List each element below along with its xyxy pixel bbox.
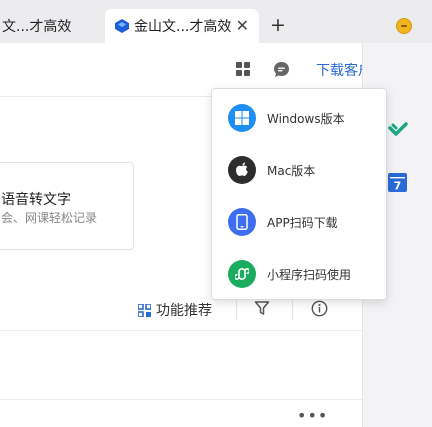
menu-item-windows[interactable]: Windows版本 [212,92,386,144]
windows-icon [228,104,256,132]
feature-recommend-label: 功能推荐 [156,303,212,319]
list-divider [0,330,362,331]
chat-bubble-icon[interactable] [273,61,290,78]
miniprogram-icon [228,260,256,288]
download-client-menu: Windows版本 Mac版本 APP扫码下载 小程序扫码使用 [211,88,387,300]
calendar-icon[interactable]: 7 [388,173,407,192]
feature-grid-icon [138,303,151,317]
minimize-window-button[interactable] [396,18,412,34]
close-icon[interactable]: ✕ [236,16,249,35]
toolbar-separator [292,298,293,320]
tab-active[interactable]: 金山文...才高效 ✕ [105,9,259,43]
todo-check-icon[interactable] [388,121,408,139]
menu-item-label: APP扫码下载 [267,215,338,230]
kdocs-logo-icon [115,19,129,33]
tab-bar: 文...才高效 金山文...才高效 ✕ + [0,0,432,43]
new-tab-button[interactable]: + [270,14,286,36]
card-title: 语音转文字 [1,192,71,208]
menu-item-label: Windows版本 [267,111,345,126]
apps-grid-icon[interactable] [236,62,250,76]
menu-item-miniprogram[interactable]: 小程序扫码使用 [212,248,386,300]
tab-title: 文...才高效 [2,19,72,35]
menu-item-mac[interactable]: Mac版本 [212,144,386,196]
filter-icon[interactable] [254,300,270,316]
tab-inactive[interactable]: 文...才高效 [0,9,107,43]
menu-item-app-scan[interactable]: APP扫码下载 [212,196,386,248]
menu-item-label: Mac版本 [267,163,316,178]
card-subtitle: 会、网课轻松记录 [1,211,98,225]
calendar-day: 7 [394,180,402,193]
list-divider [0,399,362,400]
apple-icon [228,156,256,184]
info-icon[interactable] [311,300,328,317]
tab-title: 金山文...才高效 [134,19,232,35]
phone-icon [228,208,256,236]
voice-to-text-card[interactable]: 语音转文字 会、网课轻松记录 [0,162,134,250]
feature-recommend-button[interactable]: 功能推荐 [138,300,212,320]
menu-item-label: 小程序扫码使用 [267,267,352,282]
more-options-button[interactable]: ••• [297,406,328,425]
toolbar-separator [236,298,237,320]
